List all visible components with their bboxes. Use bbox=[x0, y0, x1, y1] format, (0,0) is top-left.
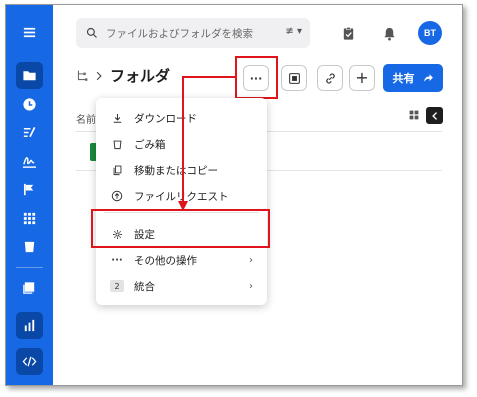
sidebar bbox=[6, 5, 53, 385]
annotation-arrow bbox=[178, 76, 235, 211]
sidebar-divider bbox=[16, 267, 43, 268]
flag-icon[interactable] bbox=[16, 176, 43, 203]
trash-nav-icon[interactable] bbox=[16, 233, 43, 260]
hamburger-menu-icon[interactable] bbox=[16, 19, 43, 46]
stack-icon[interactable] bbox=[16, 274, 43, 301]
code-embed-icon[interactable] bbox=[16, 348, 43, 375]
signature-icon[interactable] bbox=[16, 148, 43, 175]
recent-clock-icon[interactable] bbox=[16, 91, 43, 118]
apps-grid-icon[interactable] bbox=[16, 205, 43, 232]
analytics-bar-icon[interactable] bbox=[16, 312, 43, 339]
folder-nav-icon[interactable] bbox=[16, 62, 43, 89]
notes-edit-icon[interactable] bbox=[16, 119, 43, 146]
main-content: ファイルおよびフォルダを検索 ≢ ▾ BT フォルダ ··· + 共有 名前 ダ… bbox=[53, 5, 462, 385]
app-window: ファイルおよびフォルダを検索 ≢ ▾ BT フォルダ ··· + 共有 名前 ダ… bbox=[5, 4, 463, 386]
